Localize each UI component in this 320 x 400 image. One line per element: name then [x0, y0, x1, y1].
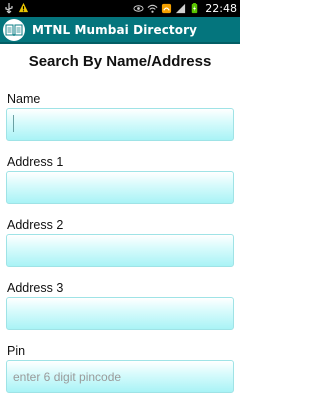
status-bar: 22:48 [0, 0, 240, 17]
notification-icon [162, 3, 172, 14]
address-2-input[interactable] [6, 234, 234, 267]
address-3-input[interactable] [6, 297, 234, 330]
address-1-input[interactable] [6, 171, 234, 204]
usb-icon [5, 3, 13, 14]
name-input[interactable] [6, 108, 234, 141]
phone-book-icon[interactable] [3, 18, 25, 41]
page-title: Search By Name/Address [28, 53, 212, 70]
search-form: Search By Name/Address Name Address 1 Ad… [0, 44, 240, 400]
wifi-icon [147, 4, 158, 13]
battery-icon [192, 3, 198, 14]
clock: 22:48 [205, 2, 237, 15]
address-2-label: Address 2 [7, 218, 64, 232]
eye-icon [133, 5, 144, 12]
name-label: Name [7, 92, 41, 106]
action-bar: MTNL Mumbai Directory [0, 17, 240, 44]
pin-input[interactable] [6, 360, 234, 393]
text-cursor [13, 115, 14, 132]
signal-icon [176, 3, 186, 14]
warning-icon [18, 2, 29, 13]
address-3-label: Address 3 [7, 281, 64, 295]
pin-label: Pin [7, 344, 26, 358]
address-1-label: Address 1 [7, 155, 64, 169]
app-title: MTNL Mumbai Directory [32, 22, 198, 37]
